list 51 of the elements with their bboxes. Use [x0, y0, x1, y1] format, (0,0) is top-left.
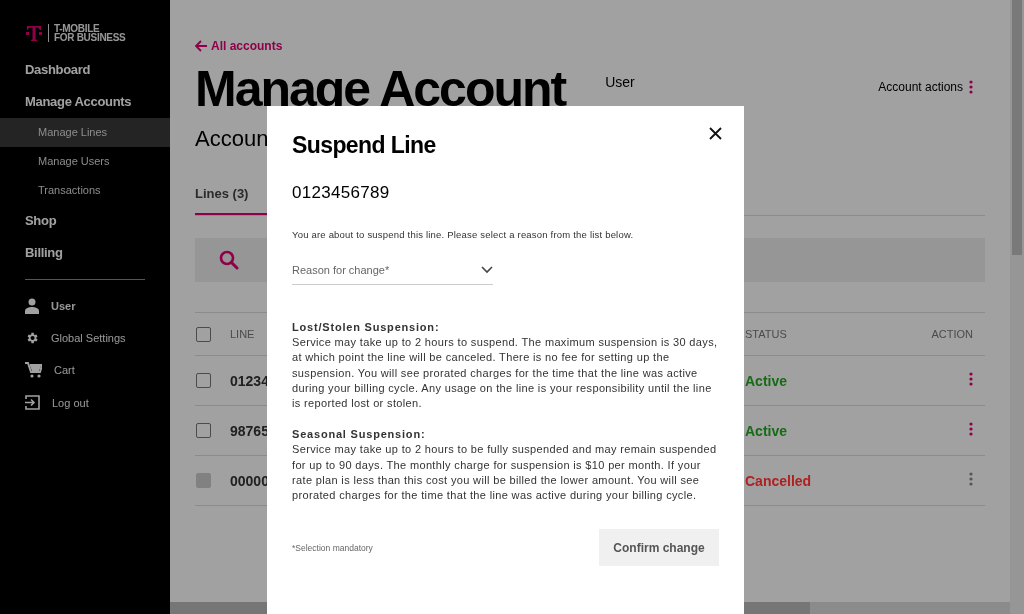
logo-icon — [26, 24, 42, 42]
dialog-description: You are about to suspend this line. Please select a reason from the list below. — [292, 229, 635, 240]
cart-icon — [25, 362, 42, 378]
nav-item[interactable]: Shop — [0, 205, 170, 237]
brand-name: T-MOBILE FOR BUSINESS — [48, 24, 126, 42]
section-heading: Lost/Stolen Suspension: — [292, 320, 441, 335]
checkbox[interactable] — [196, 373, 211, 388]
line-number: 00000 — [230, 472, 269, 489]
nav-item[interactable]: Dashboard — [0, 54, 170, 86]
column-header: STATUS — [745, 328, 787, 340]
dialog-title: Suspend Line — [292, 132, 437, 159]
nav-item[interactable]: Transactions — [0, 176, 170, 205]
nav-item[interactable]: Manage Users — [0, 147, 170, 176]
footnote: *Selection mandatory — [292, 542, 373, 553]
nav-item[interactable]: Manage Lines — [0, 118, 170, 147]
account-actions-label[interactable]: Account actions — [878, 80, 963, 94]
line-number: 0123456789 — [292, 183, 391, 203]
nav-item[interactable]: Billing — [0, 237, 170, 269]
section-heading: Seasonal Suspension: — [292, 427, 427, 443]
more-icon[interactable] — [969, 80, 973, 94]
menu-item[interactable]: Cart — [54, 364, 75, 376]
person-icon — [25, 298, 39, 314]
nav-item[interactable]: Manage Accounts — [0, 86, 170, 118]
confirm-button[interactable]: Confirm change — [599, 529, 719, 567]
page-subtitle: Accoun — [195, 126, 269, 152]
reason-dropdown[interactable]: Reason for change* — [292, 264, 462, 276]
gear-icon — [25, 331, 39, 345]
more-icon[interactable] — [969, 422, 973, 436]
checkbox[interactable] — [196, 423, 211, 438]
section-text: Service may take up to 2 hours to be fully suspended and may remain suspended for up to 90 days. The monthly charge for suspension is $10 per month. If your rate plan is less than this cost you will be billed the lower amount. You will see prorated charges for the time that the line was active during your billing cycle. — [292, 442, 718, 504]
user-label: User — [605, 74, 635, 90]
status-text: Active — [745, 372, 788, 389]
menu-item[interactable]: Global Settings — [51, 332, 126, 344]
more-icon[interactable] — [969, 372, 973, 386]
menu-item[interactable]: Log out — [52, 396, 89, 409]
section-text: Service may take up to 2 hours to suspend. The maximum suspension is 30 days, at which point the line will be canceled. There is no fee for setting up the suspension. You will see prorated charges for the time that the line was active during your billing cycle. Any usage on the line is your responsibility until the line is reported lost or stolen. — [292, 335, 719, 411]
search-icon — [219, 250, 239, 270]
column-header: LINE — [230, 328, 255, 340]
line-number: 98765 — [230, 422, 269, 439]
arrow-left-icon — [195, 40, 208, 52]
logout-icon — [25, 395, 40, 410]
status-text: Active — [745, 422, 788, 439]
status-text: Cancelled — [745, 472, 812, 489]
scrollbar-thumb[interactable] — [1012, 0, 1022, 255]
column-header: ACTION — [931, 328, 973, 340]
back-link[interactable]: All accounts — [195, 39, 283, 53]
more-icon[interactable] — [969, 472, 973, 486]
menu-item[interactable]: User — [51, 300, 76, 312]
page-title: Manage Account — [195, 64, 566, 114]
chevron-down-icon — [481, 266, 493, 274]
checkbox[interactable] — [196, 326, 211, 342]
